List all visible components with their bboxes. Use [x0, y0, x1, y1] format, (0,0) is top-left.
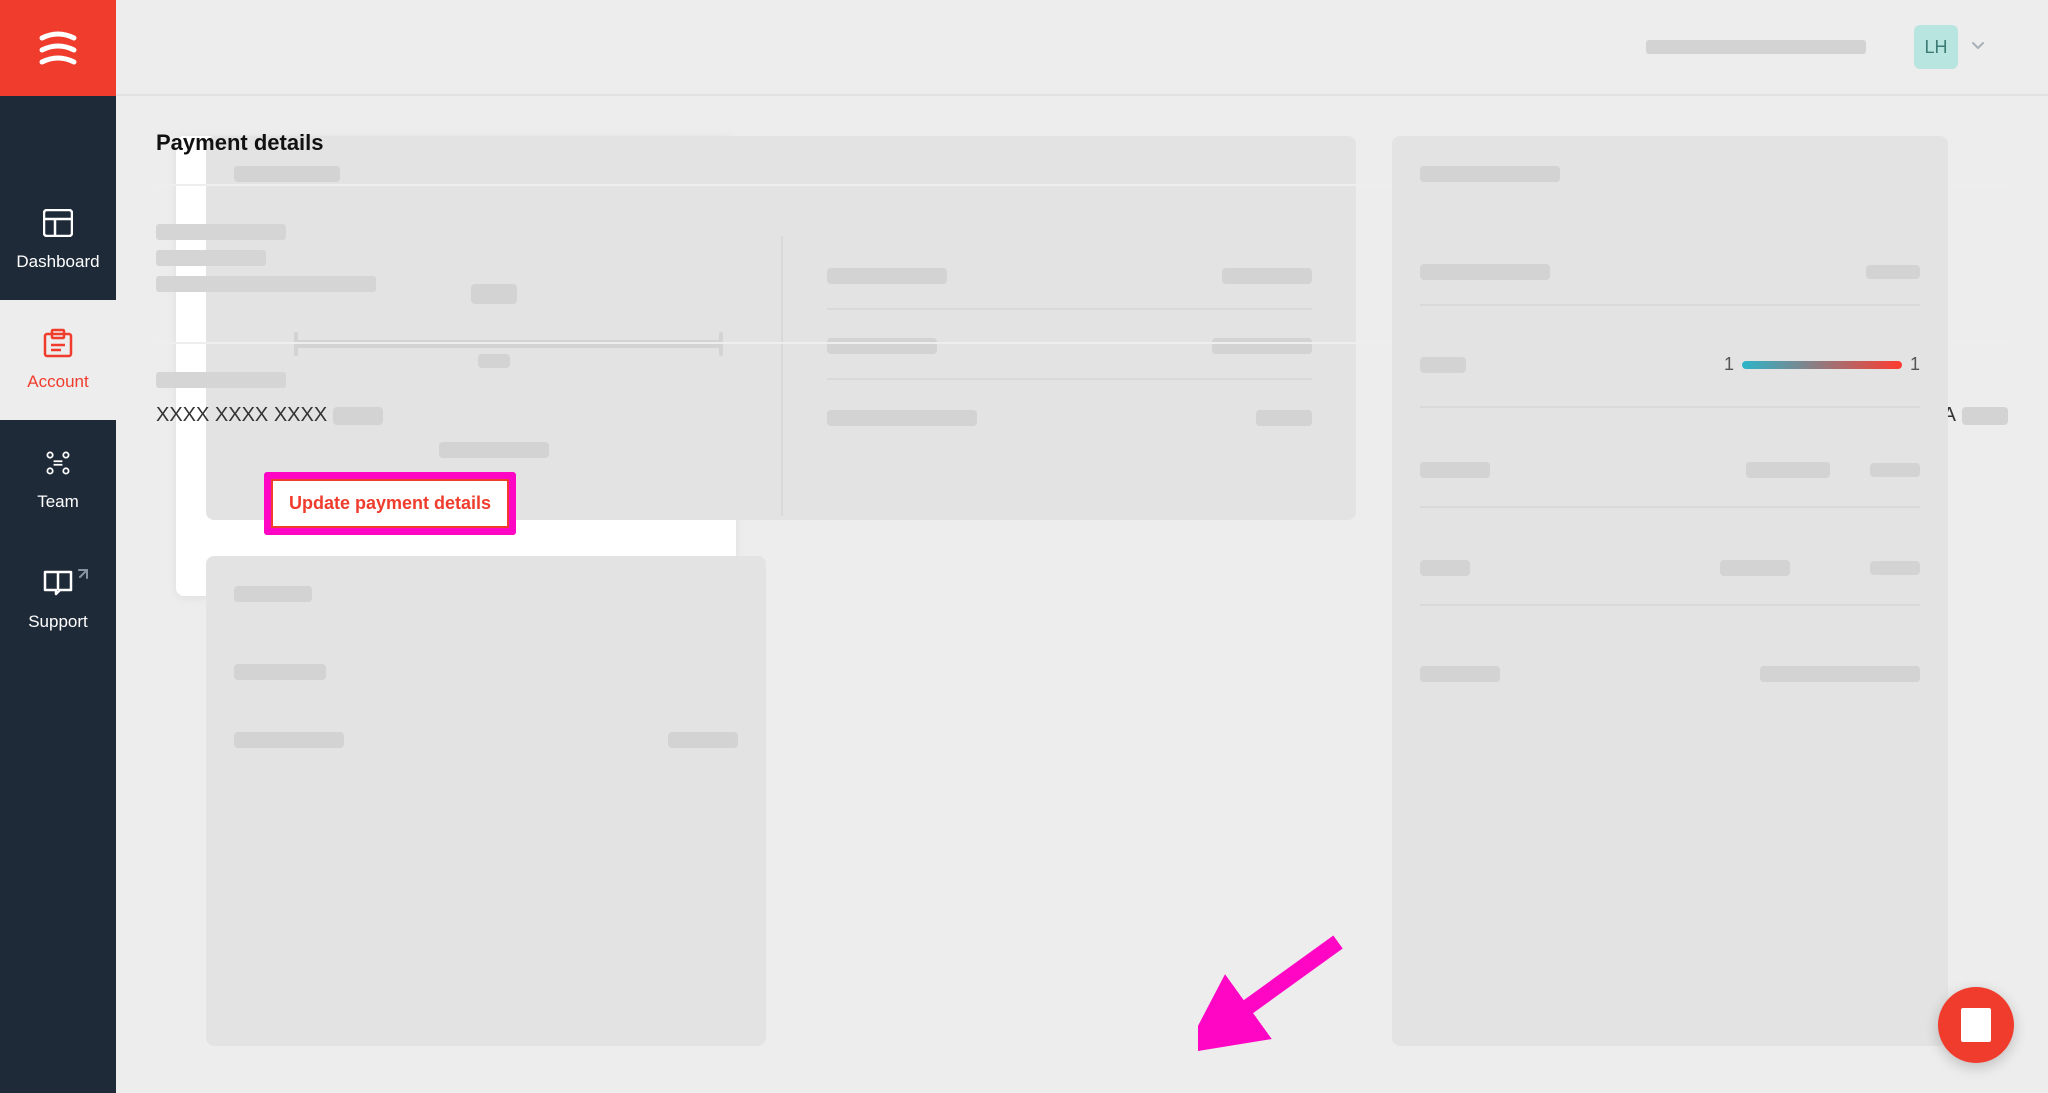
nav-label: Dashboard [16, 252, 99, 272]
row-value-placeholder [668, 732, 738, 748]
row-label-placeholder [827, 410, 977, 426]
divider [827, 378, 1312, 380]
plan-label-placeholder [471, 284, 517, 304]
row-label-placeholder [827, 338, 937, 354]
row-value-placeholder [1212, 338, 1312, 354]
divider [1420, 506, 1920, 508]
card-title-placeholder [234, 166, 340, 182]
row-placeholder [234, 664, 326, 680]
logo[interactable] [0, 0, 116, 96]
sidebar: Dashboard Account Team [0, 0, 116, 1093]
row-label-placeholder [1420, 462, 1490, 478]
card-last4-placeholder [333, 407, 383, 425]
payment-details-title: Payment details [156, 130, 324, 156]
gauge-min: 1 [1724, 354, 1734, 375]
row-mini-placeholder [1870, 561, 1920, 575]
cardholder-placeholder [156, 224, 286, 240]
brand-icon [38, 28, 78, 68]
nav-label: Support [28, 612, 88, 632]
main-content: Payment details XXXX XXXX XXXX VISA Upda… [116, 96, 2048, 1093]
support-chat-button[interactable] [1938, 987, 2014, 1063]
row-mini-placeholder [1720, 560, 1790, 576]
dashboard-icon [43, 208, 73, 238]
nav-label: Team [37, 492, 79, 512]
nav-label: Account [27, 372, 88, 392]
update-payment-button[interactable]: Update payment details [271, 479, 509, 528]
row-label-placeholder [827, 268, 947, 284]
divider [1420, 604, 1920, 606]
row-mini-placeholder [1870, 463, 1920, 477]
plan-value-placeholder [478, 354, 510, 368]
card-title-placeholder [1420, 166, 1560, 182]
row-label-placeholder [1420, 560, 1470, 576]
billing-info-card [206, 556, 766, 1046]
chat-icon [1961, 1008, 1991, 1042]
nav-account[interactable]: Account [0, 300, 116, 420]
row-label-placeholder [1420, 666, 1500, 682]
row-label-placeholder [1420, 264, 1550, 280]
divider [1420, 406, 1920, 408]
masked-card-text: XXXX XXXX XXXX [156, 404, 327, 427]
divider [827, 308, 1312, 310]
avatar[interactable]: LH [1914, 25, 1958, 69]
chevron-down-icon[interactable] [1970, 37, 1986, 58]
nav-dashboard[interactable]: Dashboard [0, 180, 116, 300]
usage-card: 1 1 [1392, 136, 1948, 1046]
team-icon [43, 448, 73, 478]
row-placeholder [234, 732, 344, 748]
org-name-placeholder [1646, 40, 1866, 54]
gauge-bar [1742, 361, 1902, 369]
header: LH [116, 0, 2048, 96]
row-value-placeholder [1760, 666, 1920, 682]
plan-summary-card [206, 136, 1356, 520]
address-placeholder [156, 250, 266, 266]
nav-team[interactable]: Team [0, 420, 116, 540]
row-value-placeholder [1256, 410, 1312, 426]
card-expiry-placeholder [1962, 407, 2008, 425]
row-value-placeholder [1866, 265, 1920, 279]
gauge-max: 1 [1910, 354, 1920, 375]
masked-card-number: XXXX XXXX XXXX [156, 404, 383, 427]
row-mini-placeholder [1746, 462, 1830, 478]
address2-placeholder [156, 276, 376, 292]
account-icon [43, 328, 73, 358]
external-link-icon [74, 568, 88, 582]
support-icon [43, 568, 73, 598]
annotation-arrow-icon [1198, 932, 1358, 1052]
update-payment-highlight: Update payment details [264, 472, 516, 535]
usage-gauge: 1 1 [1724, 354, 1920, 375]
card-label-placeholder [156, 372, 286, 388]
nav-support[interactable]: Support [0, 540, 116, 660]
row-label-placeholder [1420, 357, 1466, 373]
row-value-placeholder [1222, 268, 1312, 284]
divider [1420, 304, 1920, 306]
plan-action-placeholder [439, 442, 549, 458]
card-title-placeholder [234, 586, 312, 602]
